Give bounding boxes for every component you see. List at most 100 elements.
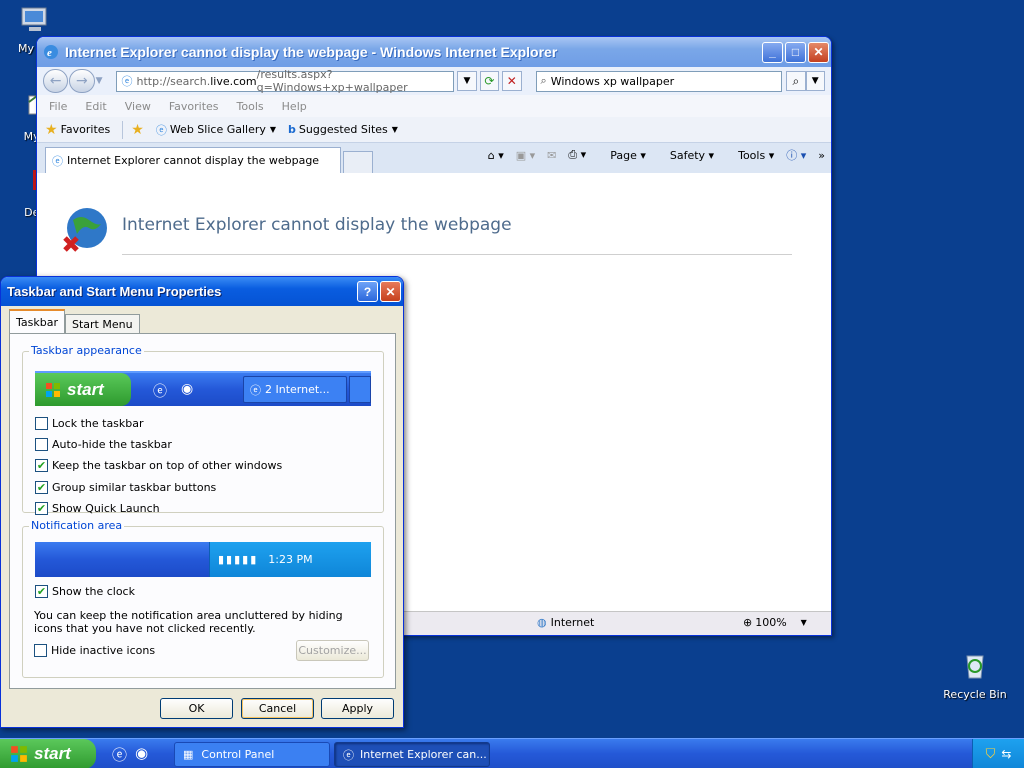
print-button[interactable]: ⎙ ▾ xyxy=(568,148,586,162)
help-button[interactable]: ⓘ ▾ xyxy=(786,147,806,163)
web-slice-gallery-link[interactable]: ⓔ Web Slice Gallery ▼ xyxy=(156,122,276,138)
read-mail-button[interactable]: ✉ xyxy=(547,149,556,162)
svg-text:e: e xyxy=(47,47,52,59)
dialog-title-bar[interactable]: Taskbar and Start Menu Properties ? ✕ xyxy=(1,277,403,306)
hide-inactive-checkbox[interactable]: Hide inactive icons xyxy=(34,644,155,657)
ie-page-icon: ⓔ xyxy=(343,748,354,762)
tab-panel: Taskbar appearance start ⓔ ◉ ⓔ 2 Interne… xyxy=(9,333,396,689)
apply-button[interactable]: Apply xyxy=(321,698,394,719)
tab-row: ⓔ Internet Explorer cannot display the w… xyxy=(37,143,831,173)
taskbar: start ⓔ ◉ ▦ Control Panel ⓔ Internet Exp… xyxy=(0,738,1024,768)
checkbox-box: ✔ xyxy=(35,459,48,472)
address-prefix: http://search. xyxy=(136,74,211,88)
system-tray: ⛉ ⇆ xyxy=(972,739,1024,768)
maximize-button[interactable]: □ xyxy=(785,41,806,63)
preview-start-button: start xyxy=(35,373,131,406)
add-favorite-button[interactable]: ★ xyxy=(131,122,144,138)
quick-launch-ie-icon[interactable]: ⓔ xyxy=(112,744,127,765)
chevron-down-icon: ▼ xyxy=(463,76,471,86)
add-star-icon: ★ xyxy=(131,121,144,138)
search-options-button[interactable]: ▼ xyxy=(805,71,825,91)
preview-folder-icon xyxy=(349,376,371,403)
lock-taskbar-checkbox[interactable]: Lock the taskbar xyxy=(35,417,144,430)
safety-menu-button[interactable]: Safety ▾ xyxy=(658,149,714,162)
quick-launch: ⓔ ◉ xyxy=(112,744,148,765)
suggested-sites-link[interactable]: b Suggested Sites ▼ xyxy=(288,123,398,136)
stop-button[interactable]: ✕ xyxy=(502,71,522,91)
group-buttons-checkbox[interactable]: ✔ Group similar taskbar buttons xyxy=(35,481,216,494)
page-menu-button[interactable]: Page ▾ xyxy=(598,149,646,162)
tray-icons: ▮▮▮▮▮ xyxy=(218,553,259,566)
address-input[interactable]: ⓔ http://search. live.com/results.aspx?q=… xyxy=(116,68,455,94)
tab-current[interactable]: ⓔ Internet Explorer cannot display the w… xyxy=(45,147,341,173)
ie-title-bar[interactable]: e Internet Explorer cannot display the w… xyxy=(37,37,831,67)
customize-button[interactable]: Customize... xyxy=(296,640,369,661)
back-button[interactable]: ← xyxy=(43,69,69,93)
refresh-button[interactable]: ⟳ xyxy=(479,71,500,91)
dialog-title: Taskbar and Start Menu Properties xyxy=(7,284,222,299)
preview-ie-icon: ⓔ xyxy=(153,384,167,400)
zoom-control[interactable]: ⊕ 100% ▼ xyxy=(743,616,807,629)
address-dropdown-button[interactable]: ▼ xyxy=(457,71,477,91)
tab-taskbar[interactable]: Taskbar xyxy=(9,309,65,333)
overflow-chevron-icon[interactable]: » xyxy=(818,149,825,162)
tab-start-menu[interactable]: Start Menu xyxy=(65,314,140,333)
menu-edit[interactable]: Edit xyxy=(85,100,106,113)
windows-flag-icon xyxy=(46,382,60,397)
checkbox-label: Auto-hide the taskbar xyxy=(52,438,172,451)
forward-button[interactable]: → xyxy=(69,69,95,93)
safety-menu-label: Safety xyxy=(669,148,706,162)
history-dropdown-icon[interactable]: ▼ xyxy=(96,76,103,86)
home-button[interactable]: ⌂ ▾ xyxy=(488,149,504,162)
task-label: Control Panel xyxy=(201,748,275,761)
search-button[interactable]: ⌕ xyxy=(786,71,806,91)
notification-preview: ▮▮▮▮▮ 1:23 PM xyxy=(35,542,371,577)
quick-launch-outlook-icon[interactable]: ◉ xyxy=(135,744,148,765)
checkbox-box: ✔ xyxy=(35,481,48,494)
security-zone[interactable]: ◍ Internet xyxy=(537,616,594,629)
start-button[interactable]: start xyxy=(0,739,96,768)
favorites-button[interactable]: ★ Favorites xyxy=(45,122,110,138)
zoom-icon: ⊕ xyxy=(743,616,753,629)
search-input[interactable]: ⌕ Windows xp wallpaper xyxy=(535,70,783,92)
ok-button[interactable]: OK xyxy=(160,698,233,719)
menu-file[interactable]: File xyxy=(49,100,67,113)
auto-hide-checkbox[interactable]: Auto-hide the taskbar xyxy=(35,438,172,451)
refresh-icon: ⟳ xyxy=(484,74,495,88)
group-legend: Taskbar appearance xyxy=(29,344,144,357)
tools-menu-label: Tools xyxy=(738,148,766,162)
security-shield-icon[interactable]: ⛉ xyxy=(986,747,996,762)
windows-flag-icon xyxy=(11,746,27,762)
task-internet-explorer[interactable]: ⓔ Internet Explorer can... xyxy=(334,742,490,767)
taskbar-properties-dialog: Taskbar and Start Menu Properties ? ✕ Ta… xyxy=(0,276,404,728)
address-suffix: /results.aspx?q=Windows+xp+wallpaper xyxy=(256,68,408,94)
show-clock-checkbox[interactable]: ✔ Show the clock xyxy=(35,585,135,598)
chevron-down-icon: ▼ xyxy=(269,125,277,134)
ie-page-icon: ⓔ xyxy=(52,154,63,168)
minimize-button[interactable]: _ xyxy=(762,41,783,63)
network-icon[interactable]: ⇆ xyxy=(1001,747,1011,761)
stop-icon: ✕ xyxy=(506,74,517,88)
tools-menu-button[interactable]: Tools ▾ xyxy=(726,149,774,162)
close-icon: ✕ xyxy=(385,284,396,299)
checkbox-label: Lock the taskbar xyxy=(52,417,144,430)
task-control-panel[interactable]: ▦ Control Panel xyxy=(174,742,330,767)
close-button[interactable]: ✕ xyxy=(380,281,401,302)
command-bar: ⌂ ▾ ▣ ▾ ✉ ⎙ ▾ Page ▾ Safety ▾ Tools ▾ ⓘ … xyxy=(476,147,825,163)
help-button[interactable]: ? xyxy=(357,281,378,302)
menu-view[interactable]: View xyxy=(125,100,151,113)
cancel-button[interactable]: Cancel xyxy=(241,698,314,719)
close-button[interactable]: ✕ xyxy=(808,41,829,63)
minimize-icon: _ xyxy=(769,45,776,59)
menu-favorites[interactable]: Favorites xyxy=(169,100,219,113)
keep-on-top-checkbox[interactable]: ✔ Keep the taskbar on top of other windo… xyxy=(35,459,282,472)
menu-help[interactable]: Help xyxy=(282,100,307,113)
preview-outlook-icon: ◉ xyxy=(181,381,194,397)
new-tab-button[interactable] xyxy=(343,151,373,173)
ie-logo-icon: e xyxy=(44,45,58,59)
quick-launch-checkbox[interactable]: ✔ Show Quick Launch xyxy=(35,502,160,515)
checkbox-label: Group similar taskbar buttons xyxy=(52,481,217,494)
desktop-icon-recycle-bin[interactable]: Recycle Bin xyxy=(940,650,1010,701)
menu-tools[interactable]: Tools xyxy=(237,100,264,113)
feeds-button[interactable]: ▣ ▾ xyxy=(516,149,535,162)
